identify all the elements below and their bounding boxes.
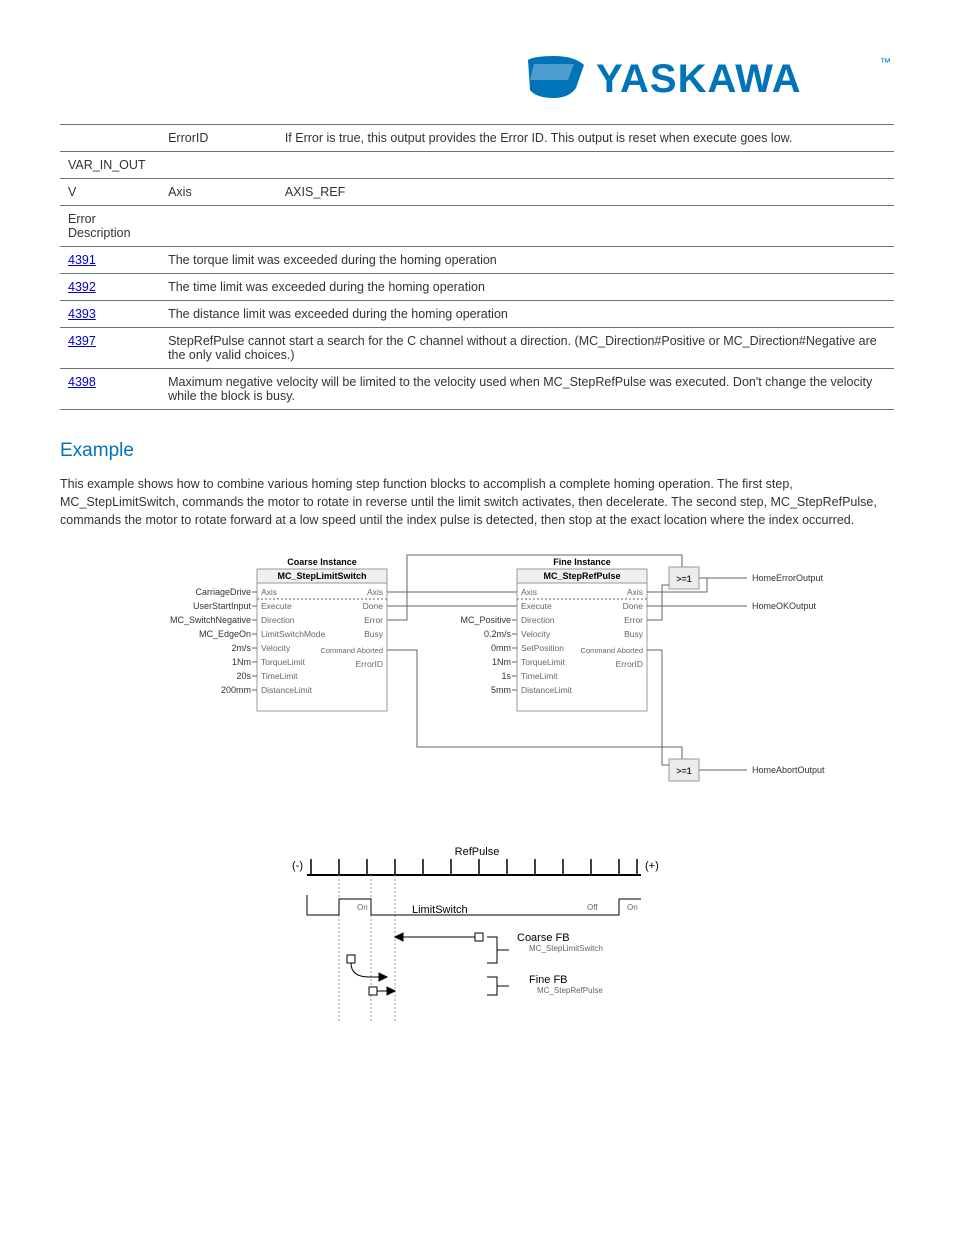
table-row: 4397 StepRefPulse cannot start a search … [60,328,894,369]
svg-text:Velocity: Velocity [521,629,551,639]
svg-text:2m/s: 2m/s [231,643,251,653]
svg-text:200mm: 200mm [221,685,251,695]
svg-text:Command Aborted: Command Aborted [580,646,643,655]
svg-text:Axis: Axis [261,587,277,597]
svg-text:Axis: Axis [367,587,383,597]
svg-text:CarriageDrive: CarriageDrive [195,587,251,597]
cell: Axis [160,179,277,206]
fine-fb-label: Fine FB [529,974,568,986]
error-code-link[interactable]: 4397 [68,334,96,348]
svg-text:Execute: Execute [261,601,292,611]
cell: The torque limit was exceeded during the… [160,247,894,274]
svg-text:Execute: Execute [521,601,552,611]
svg-text:Axis: Axis [627,587,643,597]
svg-text:>=1: >=1 [676,574,692,584]
svg-text:Axis: Axis [521,587,537,597]
table-row: 4398 Maximum negative velocity will be l… [60,369,894,410]
svg-text:Command Aborted: Command Aborted [320,646,383,655]
cell: Maximum negative velocity will be limite… [160,369,894,410]
table-row: ErrorID If Error is true, this output pr… [60,125,894,152]
svg-text:20s: 20s [236,671,251,681]
table-row: 4392 The time limit was exceeded during … [60,274,894,301]
section-heading: Example [60,440,894,462]
limitswitch-label: LimitSwitch [412,904,468,916]
svg-text:TimeLimit: TimeLimit [521,671,558,681]
svg-text:(+): (+) [645,860,659,872]
svg-text:(-): (-) [292,860,303,872]
fine-title: Fine Instance [553,557,611,567]
svg-text:Direction: Direction [521,615,555,625]
svg-text:UserStartInput: UserStartInput [193,601,252,611]
svg-text:Error: Error [624,615,643,625]
error-code-link[interactable]: 4392 [68,280,96,294]
function-block-diagram: Coarse Instance MC_StepLimitSwitch Axis … [107,547,847,807]
cell: VAR_IN_OUT [60,152,160,179]
refpulse-label: RefPulse [455,846,500,858]
cell: If Error is true, this output provides t… [277,125,894,152]
svg-text:1Nm: 1Nm [492,657,511,667]
svg-text:1Nm: 1Nm [232,657,251,667]
fine-fb-name: MC_StepRefPulse [543,571,620,581]
cell: Error Description [60,206,160,247]
trademark: ™ [880,57,891,69]
cell: The distance limit was exceeded during t… [160,301,894,328]
svg-text:0mm: 0mm [491,643,511,653]
coarse-title: Coarse Instance [287,557,357,567]
timing-diagram: RefPulse (-) (+) LimitSwitch On Off On C… [277,837,677,1027]
coarse-fb-sub: MC_StepLimitSwitch [529,944,603,953]
coarse-fb-name: MC_StepLimitSwitch [277,571,366,581]
coarse-fb-label: Coarse FB [517,932,570,944]
svg-text:Error: Error [364,615,383,625]
error-code-link[interactable]: 4391 [68,253,96,267]
svg-text:MC_SwitchNegative: MC_SwitchNegative [170,615,251,625]
cell: ErrorID [160,125,277,152]
svg-text:Direction: Direction [261,615,295,625]
svg-text:1s: 1s [501,671,511,681]
svg-text:>=1: >=1 [676,766,692,776]
svg-text:SetPosition: SetPosition [521,643,564,653]
svg-text:Velocity: Velocity [261,643,291,653]
svg-text:DistanceLimit: DistanceLimit [521,685,573,695]
svg-text:MC_EdgeOn: MC_EdgeOn [199,629,251,639]
cell: AXIS_REF [277,179,894,206]
svg-text:0.2m/s: 0.2m/s [484,629,512,639]
error-code-link[interactable]: 4398 [68,375,96,389]
svg-text:LimitSwitchMode: LimitSwitchMode [261,629,326,639]
table-row: Error Description [60,206,894,247]
svg-text:Off: Off [587,903,598,912]
output-label: HomeOKOutput [752,601,817,611]
svg-text:DistanceLimit: DistanceLimit [261,685,313,695]
svg-text:TorqueLimit: TorqueLimit [261,657,306,667]
parameter-table: ErrorID If Error is true, this output pr… [60,124,894,410]
fine-fb-sub: MC_StepRefPulse [537,986,603,995]
table-row: 4393 The distance limit was exceeded dur… [60,301,894,328]
table-row: 4391 The torque limit was exceeded durin… [60,247,894,274]
table-row: VAR_IN_OUT [60,152,894,179]
brand-text: YASKAWA [596,57,802,101]
error-code-link[interactable]: 4393 [68,307,96,321]
svg-text:5mm: 5mm [491,685,511,695]
svg-text:MC_Positive: MC_Positive [460,615,511,625]
svg-text:Busy: Busy [364,629,384,639]
svg-text:On: On [627,903,638,912]
svg-text:TimeLimit: TimeLimit [261,671,298,681]
cell: StepRefPulse cannot start a search for t… [160,328,894,369]
svg-text:Done: Done [363,601,384,611]
svg-text:Done: Done [623,601,644,611]
output-label: HomeAbortOutput [752,765,825,775]
svg-text:Busy: Busy [624,629,644,639]
output-label: HomeErrorOutput [752,573,824,583]
example-description: This example shows how to combine variou… [60,475,894,529]
cell: V [60,179,160,206]
svg-text:ErrorID: ErrorID [356,659,383,669]
svg-text:TorqueLimit: TorqueLimit [521,657,566,667]
cell: The time limit was exceeded during the h… [160,274,894,301]
svg-text:On: On [357,903,368,912]
brand-logo: YASKAWA ™ [60,50,894,109]
svg-text:ErrorID: ErrorID [616,659,643,669]
table-row: V Axis AXIS_REF [60,179,894,206]
